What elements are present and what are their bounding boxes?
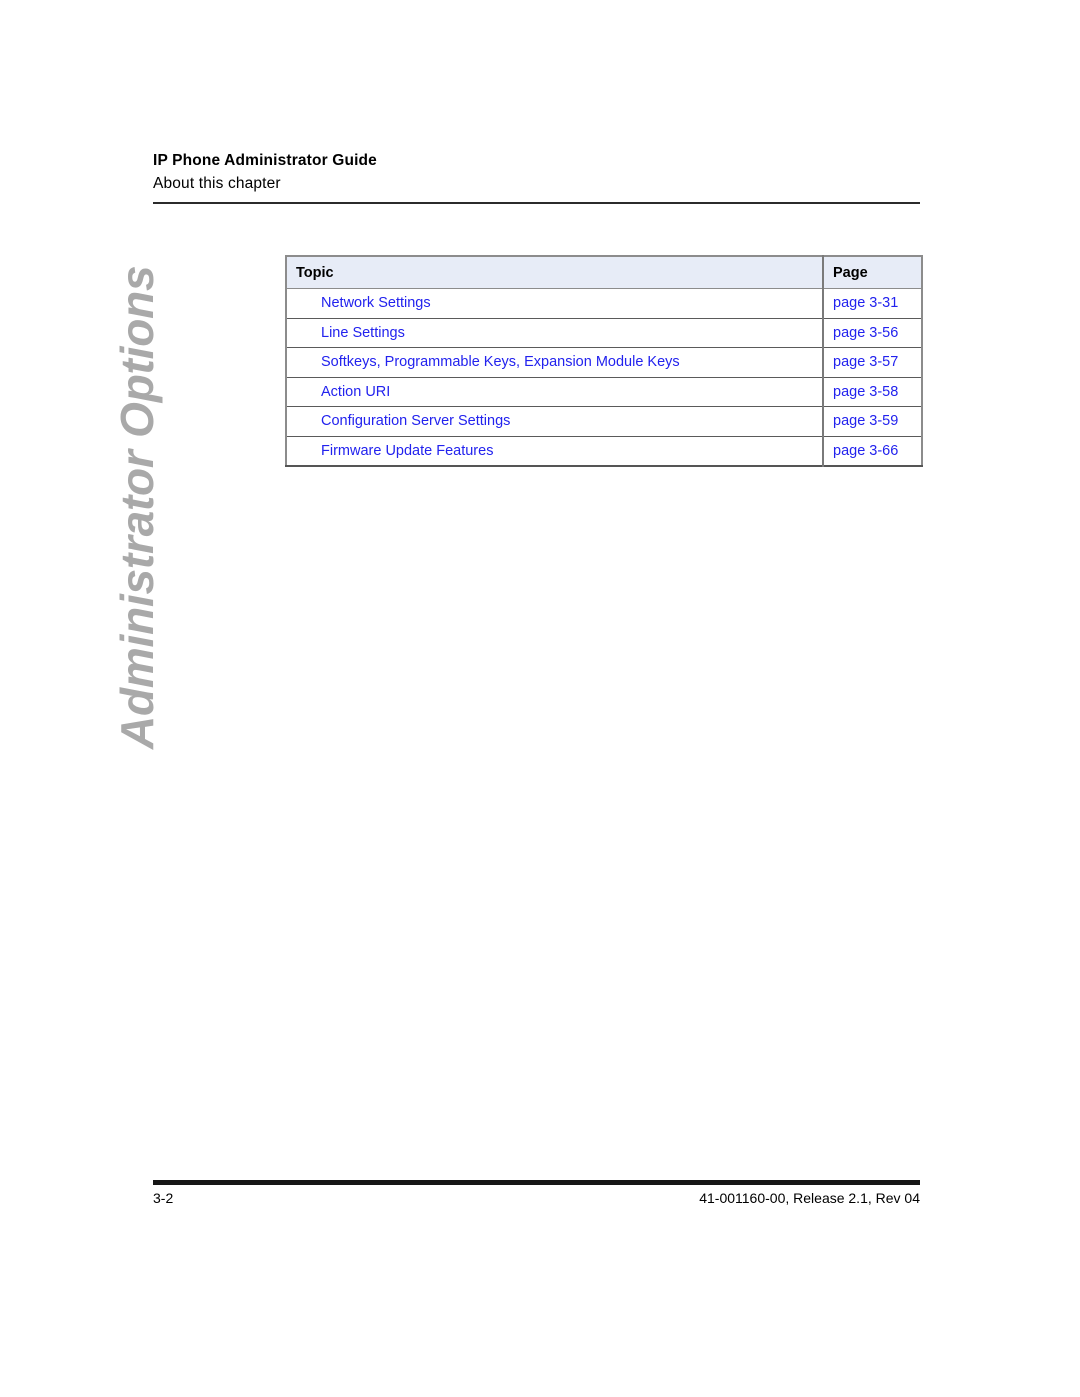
table-row: Firmware Update Features page 3-66 xyxy=(286,435,922,466)
topic-cell: Action URI xyxy=(286,376,823,407)
topic-cell: Firmware Update Features xyxy=(286,435,823,466)
topic-cell: Line Settings xyxy=(286,317,823,348)
page-link[interactable]: page 3-59 xyxy=(833,413,898,429)
topic-cell: Configuration Server Settings xyxy=(286,406,823,436)
chapter-tab-label: Administrator Options xyxy=(111,265,163,749)
guide-title: IP Phone Administrator Guide xyxy=(153,152,377,169)
topic-link[interactable]: Softkeys, Programmable Keys, Expansion M… xyxy=(321,354,680,370)
footer-page-number: 3-2 xyxy=(153,1190,174,1206)
page-link[interactable]: page 3-56 xyxy=(833,325,898,341)
table-row: Line Settings page 3-56 xyxy=(286,317,922,348)
page-cell: page 3-58 xyxy=(822,376,922,407)
table-header-row: Topic Page xyxy=(286,256,922,289)
page-link[interactable]: page 3-58 xyxy=(833,384,898,400)
table-row: Network Settings page 3-31 xyxy=(286,288,922,319)
column-header-page: Page xyxy=(822,256,922,289)
page-cell: page 3-31 xyxy=(822,288,922,318)
running-footer: 3-2 41-001160-00, Release 2.1, Rev 04 xyxy=(153,1190,920,1212)
table-row: Action URI page 3-58 xyxy=(286,376,922,407)
topic-table: Topic Page Network Settings page 3-31 Li… xyxy=(285,255,923,467)
topic-link[interactable]: Configuration Server Settings xyxy=(321,413,510,429)
topic-cell: Softkeys, Programmable Keys, Expansion M… xyxy=(286,347,823,377)
table-row: Configuration Server Settings page 3-59 xyxy=(286,406,922,436)
running-header: IP Phone Administrator Guide About this … xyxy=(153,150,920,194)
page-cell: page 3-66 xyxy=(822,435,922,466)
page-cell: page 3-56 xyxy=(822,317,922,348)
topic-table-head: Topic Page xyxy=(286,256,922,289)
topic-link[interactable]: Line Settings xyxy=(321,325,405,341)
section-title: About this chapter xyxy=(153,175,281,192)
document-page: IP Phone Administrator Guide About this … xyxy=(0,0,1080,1397)
table-row: Softkeys, Programmable Keys, Expansion M… xyxy=(286,347,922,377)
footer-divider-rule xyxy=(153,1180,920,1185)
topic-table-container: Topic Page Network Settings page 3-31 Li… xyxy=(285,255,923,467)
topic-link[interactable]: Action URI xyxy=(321,384,390,400)
page-link[interactable]: page 3-66 xyxy=(833,443,898,459)
topic-link[interactable]: Network Settings xyxy=(321,295,431,311)
column-header-topic: Topic xyxy=(286,256,823,289)
topic-link[interactable]: Firmware Update Features xyxy=(321,443,493,459)
page-cell: page 3-57 xyxy=(822,347,922,377)
header-divider-rule xyxy=(153,202,920,204)
footer-document-id: 41-001160-00, Release 2.1, Rev 04 xyxy=(699,1190,920,1206)
topic-cell: Network Settings xyxy=(286,289,823,319)
page-cell: page 3-59 xyxy=(822,406,922,436)
page-link[interactable]: page 3-57 xyxy=(833,354,898,370)
page-link[interactable]: page 3-31 xyxy=(833,295,898,311)
topic-table-body: Network Settings page 3-31 Line Settings… xyxy=(286,288,922,466)
